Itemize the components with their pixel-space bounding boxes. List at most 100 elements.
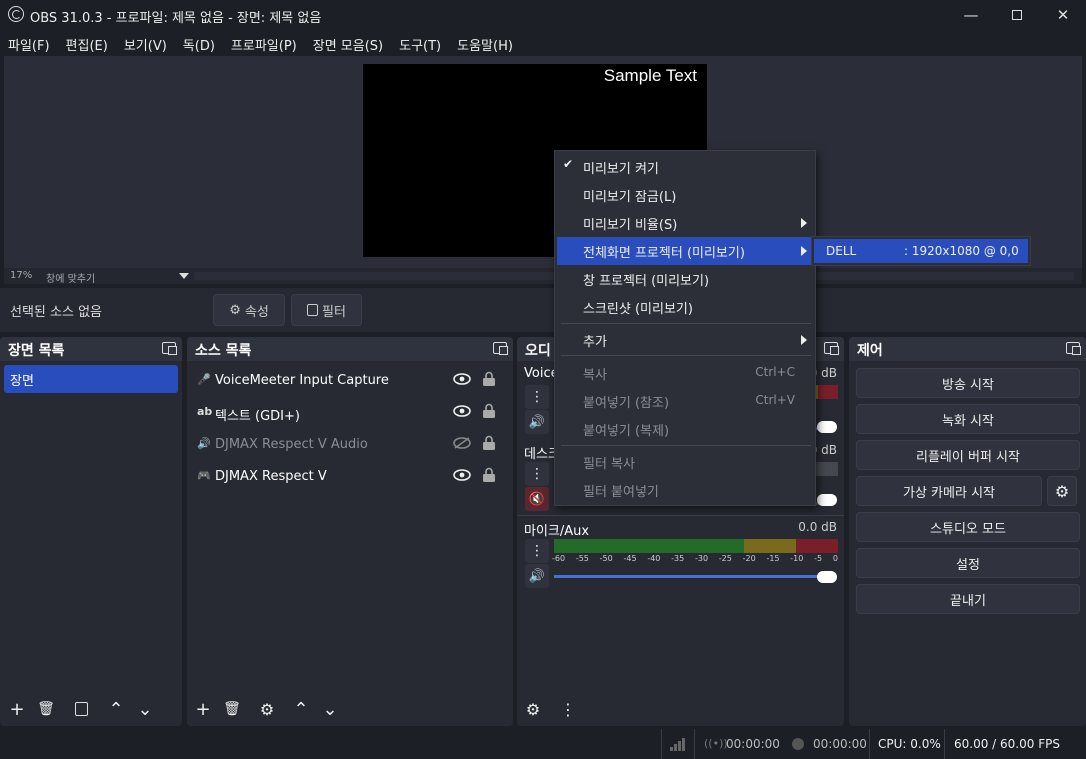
scenes-dock: 장면 목록 장면 + 🗑 ⌃ ⌄ [0, 337, 182, 726]
add-scene-button[interactable]: + [5, 697, 29, 721]
volume-icon[interactable]: 🔊 [525, 564, 549, 588]
zoom-mode[interactable]: 창에 맞추기 [46, 270, 95, 285]
title-bar: OBS 31.0.3 - 프로파일: 제목 없음 - 장면: 제목 없음 — ✕ [0, 0, 1086, 30]
add-source-button[interactable]: + [191, 697, 215, 721]
menu-edit[interactable]: 편집(E) [58, 30, 116, 54]
menu-bar: 파일(F) 편집(E) 보기(V) 독(D) 프로파일(P) 장면 모음(S) … [0, 30, 1086, 54]
volume-slider-handle[interactable] [817, 421, 837, 433]
menu-item-paste-reference[interactable]: 붙여넣기 (참조) Ctrl+V [557, 387, 813, 415]
start-virtual-camera-button[interactable]: 가상 카메라 시작 [856, 476, 1042, 506]
menu-file[interactable]: 파일(F) [0, 30, 58, 54]
visibility-eye-icon[interactable] [453, 469, 471, 481]
sources-header: 소스 목록 [187, 337, 513, 361]
undock-icon[interactable] [1066, 342, 1081, 355]
submenu-arrow-icon [801, 246, 807, 256]
undock-icon[interactable] [162, 342, 177, 355]
undock-icon[interactable] [493, 342, 508, 355]
menu-scene-collection[interactable]: 장면 모음(S) [305, 30, 391, 54]
scene-item[interactable]: 장면 [4, 365, 178, 393]
projector-submenu: DELL : 1920x1080 @ 0,0 [811, 236, 1031, 266]
menu-item-paste-filters[interactable]: 필터 붙여넣기 [557, 476, 813, 504]
obs-logo-icon [8, 6, 24, 22]
source-item[interactable]: 🎮 DJMAX Respect V [187, 461, 509, 493]
studio-mode-button[interactable]: 스튜디오 모드 [856, 512, 1080, 542]
menu-dock[interactable]: 독(D) [175, 30, 223, 54]
zoom-dropdown-icon[interactable] [179, 273, 189, 279]
gear-icon: ⚙ [229, 302, 241, 318]
channel-menu-icon[interactable]: ⋮ [525, 385, 549, 409]
lock-icon[interactable] [482, 435, 496, 451]
broadcast-icon: ((•)) [704, 737, 728, 750]
volume-slider[interactable] [554, 575, 834, 578]
source-item[interactable]: 🎤 VoiceMeeter Input Capture [187, 365, 509, 397]
start-streaming-button[interactable]: 방송 시작 [856, 368, 1080, 398]
move-up-icon[interactable]: ⌃ [289, 697, 313, 721]
menu-item-paste-duplicate[interactable]: 붙여넣기 (복제) [557, 415, 813, 443]
menu-item-preview-scaling[interactable]: 미리보기 비율(S) [557, 209, 813, 237]
start-recording-button[interactable]: 녹화 시작 [856, 404, 1080, 434]
sources-dock: 소스 목록 🎤 VoiceMeeter Input Capture ab 텍스트… [187, 337, 513, 726]
divider [869, 729, 870, 759]
menu-item-copy[interactable]: 복사 Ctrl+C [557, 359, 813, 387]
monitor-name: DELL [826, 244, 857, 258]
audio-menu-icon[interactable]: ⋮ [556, 697, 580, 721]
menu-item-enable-preview[interactable]: ✔ 미리보기 켜기 [557, 153, 813, 181]
volume-slider-handle[interactable] [817, 494, 837, 506]
microphone-icon: 🎤 [197, 373, 211, 386]
submenu-item-monitor[interactable]: DELL : 1920x1080 @ 0,0 [814, 239, 1028, 263]
volume-icon[interactable]: 🔊 [525, 410, 549, 434]
virtual-camera-settings-gear-icon[interactable]: ⚙ [1047, 476, 1077, 506]
settings-button[interactable]: 설정 [856, 548, 1080, 578]
channel-menu-icon[interactable]: ⋮ [525, 462, 549, 486]
channel-menu-icon[interactable]: ⋮ [525, 539, 549, 563]
menu-item-copy-filters[interactable]: 필터 복사 [557, 448, 813, 476]
move-up-icon[interactable]: ⌃ [104, 697, 128, 721]
channel-db: 0.0 dB [798, 520, 837, 534]
submenu-arrow-icon [801, 335, 807, 345]
source-item[interactable]: ab 텍스트 (GDI+) [187, 397, 509, 429]
menu-help[interactable]: 도움말(H) [449, 30, 521, 54]
visibility-eye-icon[interactable] [453, 405, 471, 417]
volume-slider-handle[interactable] [817, 571, 837, 583]
maximize-button[interactable] [994, 0, 1040, 30]
fps: 60.00 / 60.00 FPS [954, 737, 1060, 751]
audio-settings-gear-icon[interactable]: ⚙ [521, 697, 545, 721]
status-bar: ((•)) 00:00:00 00:00:00 CPU: 0.0% 60.00 … [0, 729, 1086, 759]
source-properties-gear-icon[interactable]: ⚙ [255, 697, 279, 721]
undock-icon[interactable] [824, 342, 839, 355]
start-replay-buffer-button[interactable]: 리플레이 버퍼 시작 [856, 440, 1080, 470]
scene-filters-button[interactable] [69, 697, 93, 721]
menu-item-windowed-projector[interactable]: 창 프로젝터 (미리보기) [557, 265, 813, 293]
controls-header: 제어 [849, 337, 1086, 361]
move-down-icon[interactable]: ⌄ [133, 697, 157, 721]
lock-icon[interactable] [482, 403, 496, 419]
move-down-icon[interactable]: ⌄ [318, 697, 342, 721]
lock-icon[interactable] [482, 371, 496, 387]
menu-item-fullscreen-projector[interactable]: 전체화면 프로젝터 (미리보기) [557, 237, 813, 265]
divider [944, 729, 945, 759]
lock-icon[interactable] [482, 467, 496, 483]
visibility-hidden-icon[interactable] [453, 437, 471, 449]
zoom-level: 17% [10, 270, 33, 281]
visibility-eye-icon[interactable] [453, 373, 471, 385]
window-title: OBS 31.0.3 - 프로파일: 제목 없음 - 장면: 제목 없음 [30, 11, 322, 26]
remove-scene-button[interactable]: 🗑 [34, 697, 58, 721]
menu-item-lock-preview[interactable]: 미리보기 잠금(L) [557, 181, 813, 209]
properties-button[interactable]: ⚙ 속성 [213, 294, 285, 326]
close-button[interactable]: ✕ [1040, 0, 1086, 30]
source-item-hidden[interactable]: 🔊 DJMAX Respect V Audio [187, 429, 509, 461]
menu-tools[interactable]: 도구(T) [391, 30, 449, 54]
minimize-button[interactable]: — [948, 0, 994, 30]
menu-separator [561, 355, 811, 356]
cpu-usage: CPU: 0.0% [878, 737, 941, 751]
muted-speaker-icon[interactable]: 🔇 [525, 487, 549, 511]
exit-button[interactable]: 끝내기 [856, 584, 1080, 614]
menu-item-screenshot[interactable]: 스크린샷 (미리보기) [557, 293, 813, 321]
menu-view[interactable]: 보기(V) [116, 30, 175, 54]
remove-source-button[interactable]: 🗑 [220, 697, 244, 721]
controls-dock: 제어 방송 시작 녹화 시작 리플레이 버퍼 시작 가상 카메라 시작 ⚙ 스튜… [849, 337, 1086, 726]
menu-profile[interactable]: 프로파일(P) [223, 30, 305, 54]
menu-item-add[interactable]: 추가 [557, 326, 813, 354]
filters-button[interactable]: 필터 [291, 294, 362, 326]
divider [661, 729, 662, 759]
